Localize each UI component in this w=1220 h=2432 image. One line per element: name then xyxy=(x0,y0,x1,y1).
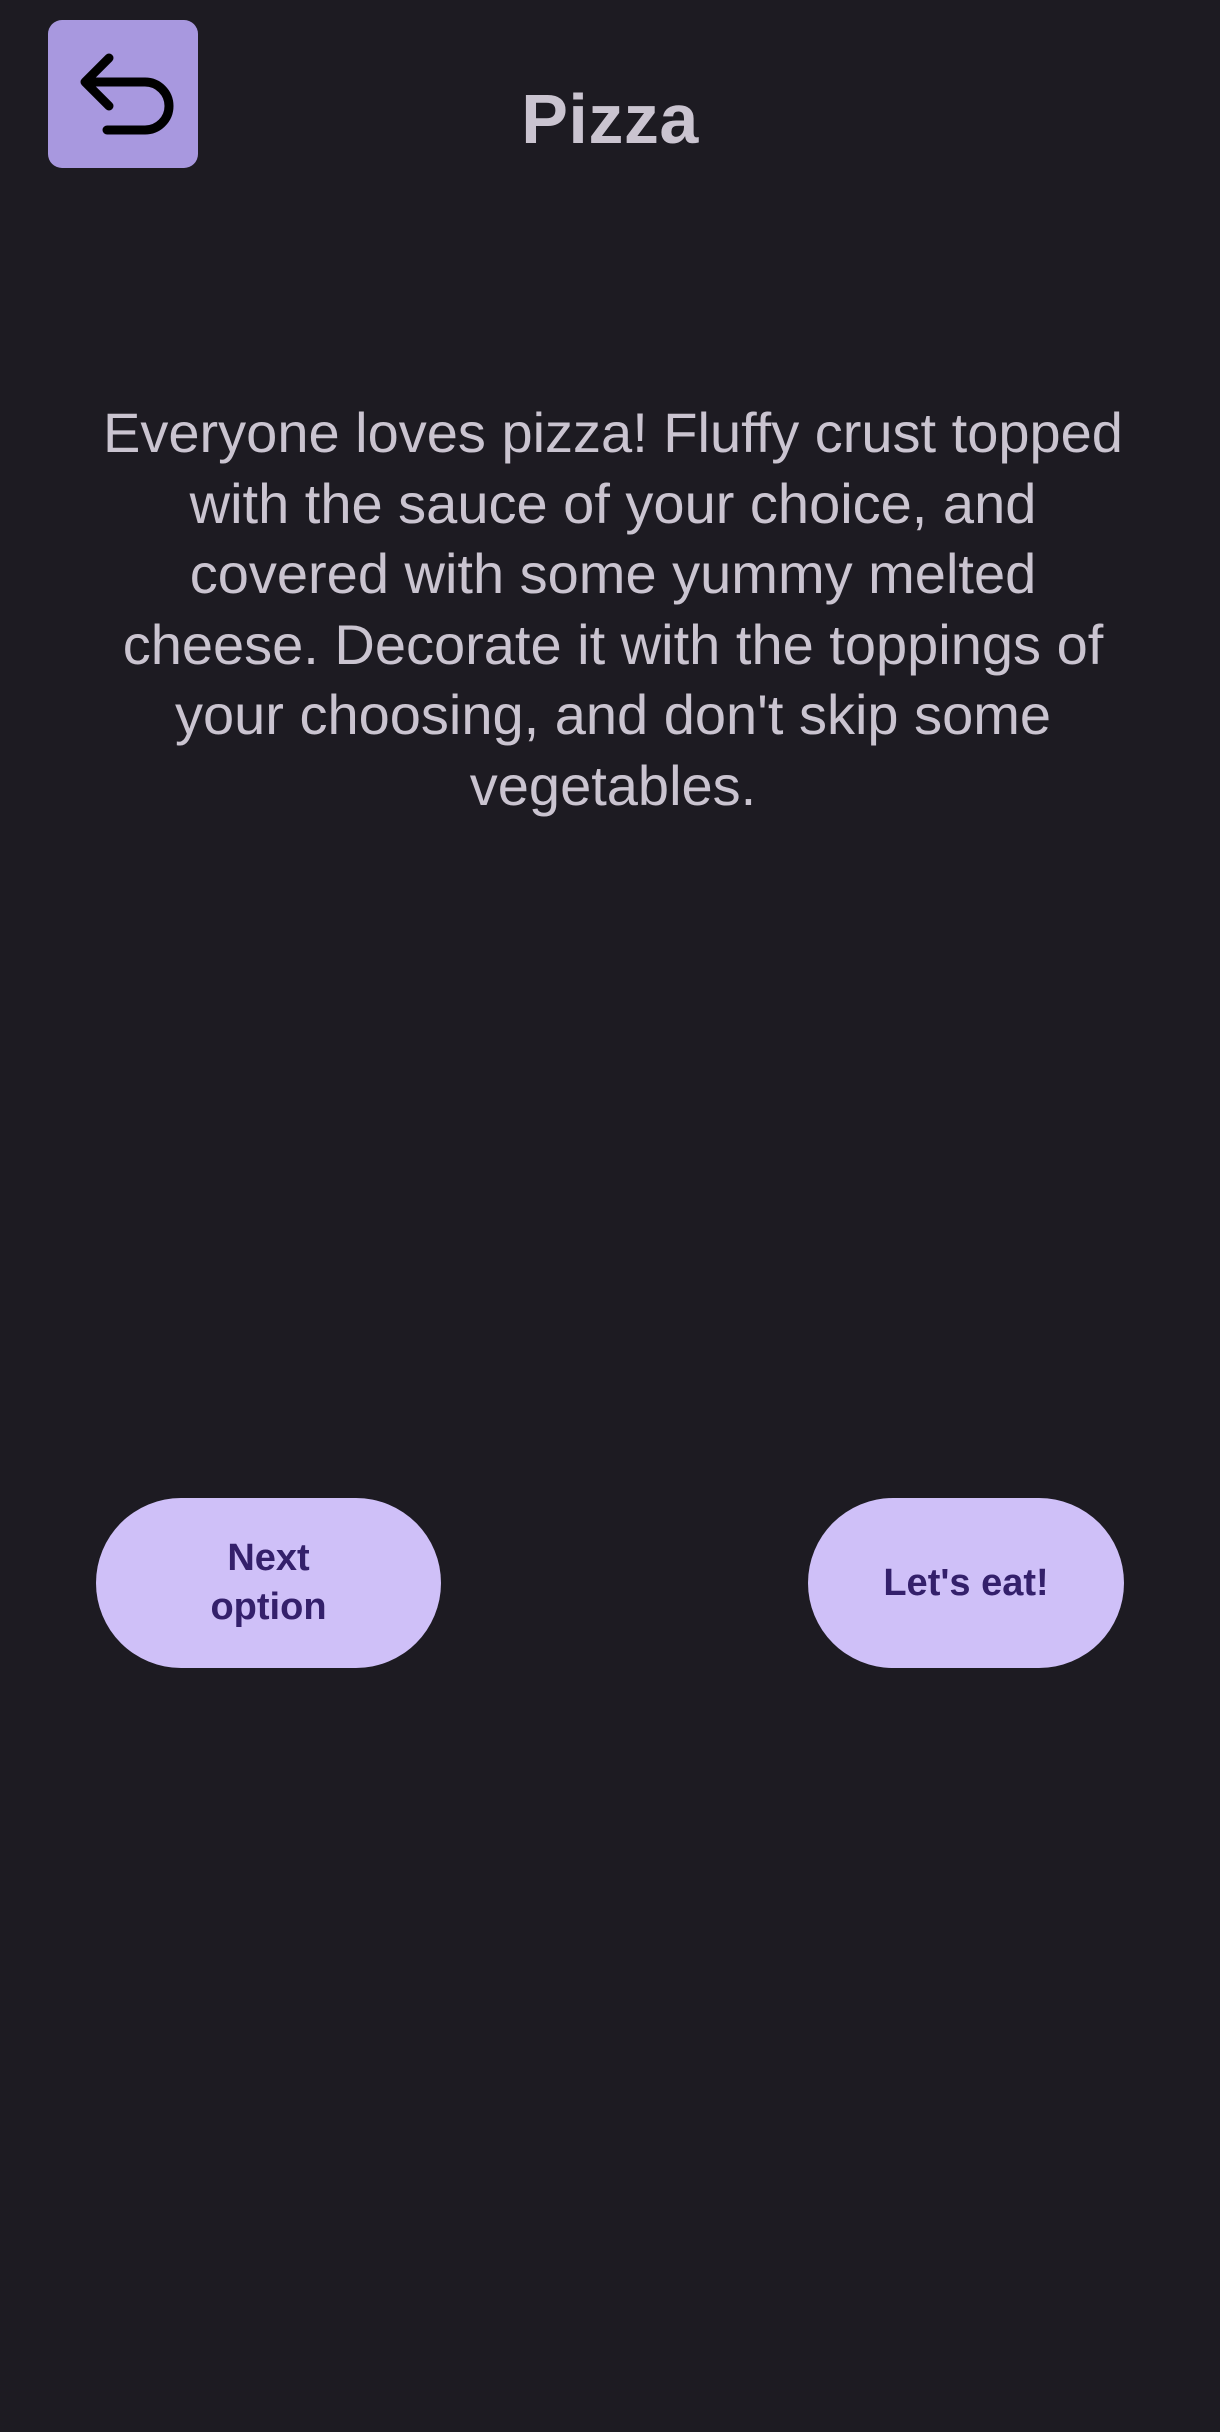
page-title: Pizza xyxy=(521,80,699,158)
lets-eat-button[interactable]: Let's eat! xyxy=(808,1498,1124,1668)
back-arrow-icon xyxy=(80,53,174,135)
food-description: Everyone loves pizza! Fluffy crust toppe… xyxy=(103,401,1123,817)
next-option-button[interactable]: Next option xyxy=(96,1498,441,1668)
app-screen: Pizza Everyone loves pizza! Fluffy crust… xyxy=(0,0,1220,2432)
back-button[interactable] xyxy=(48,20,198,168)
